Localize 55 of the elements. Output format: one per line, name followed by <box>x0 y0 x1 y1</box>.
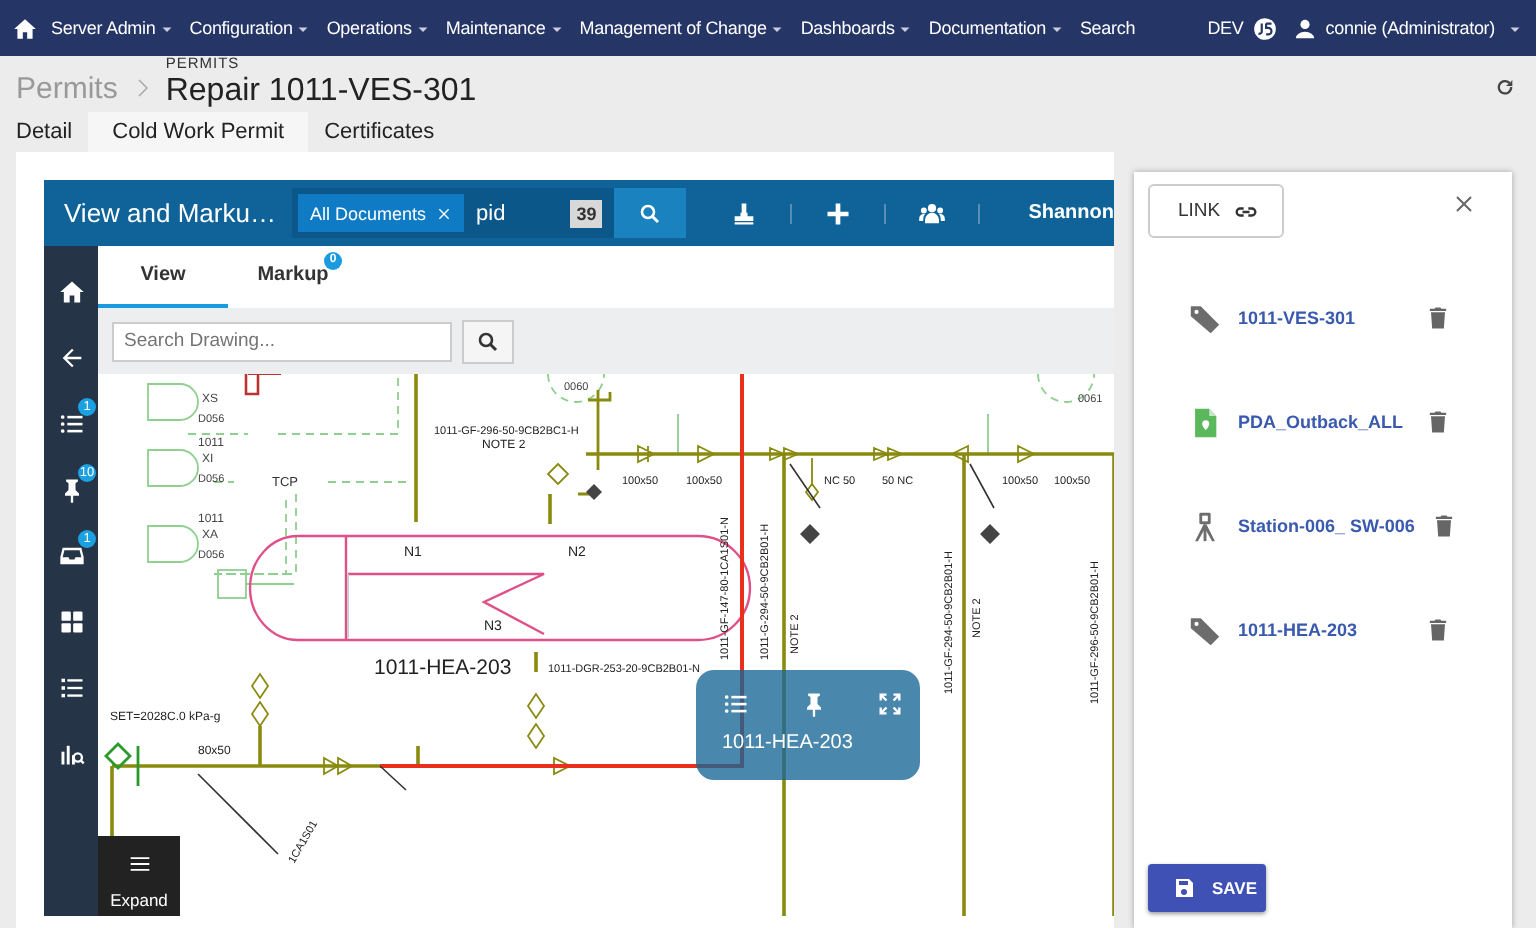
user-menu[interactable]: connie (Administrator) <box>1277 17 1530 39</box>
link-button[interactable]: LINK <box>1148 184 1285 238</box>
nav-menu-item[interactable]: Search <box>1072 18 1143 38</box>
nav-menu-item[interactable]: Maintenance <box>438 18 573 38</box>
search-query: pid <box>476 201 508 225</box>
group-icon[interactable] <box>918 199 947 227</box>
environment-label: DEV <box>1207 18 1244 38</box>
tab[interactable]: Detail <box>0 112 89 152</box>
stamp-icon[interactable] <box>730 199 759 227</box>
filter-chip[interactable]: All Documents <box>297 194 465 232</box>
user-name[interactable]: Shannon <box>1028 202 1114 224</box>
popup-label: 1011-HEA-203 <box>722 732 855 754</box>
nav-menu-item[interactable]: Configuration <box>182 18 320 38</box>
tag-icon <box>1188 301 1222 335</box>
close-icon <box>436 205 453 221</box>
checklist-icon <box>57 673 85 701</box>
viewer-title: View and Marku… <box>64 197 276 229</box>
drawing-label: 1011-HEA-203 <box>374 656 512 680</box>
delete-icon[interactable] <box>1424 616 1452 644</box>
nav-menu-item[interactable]: Management of Change <box>572 18 794 38</box>
home-icon[interactable] <box>12 15 38 41</box>
back-icon <box>57 343 85 371</box>
tab[interactable]: Certificates <box>308 112 451 152</box>
list-icon <box>57 409 85 437</box>
search-bar[interactable]: All Documents pid 39 <box>291 188 687 238</box>
linked-item-link[interactable]: Station-006_ SW-006 <box>1238 516 1415 536</box>
list-icon[interactable] <box>722 690 750 718</box>
save-button[interactable]: SAVE <box>1148 864 1266 912</box>
linked-item-link[interactable]: PDA_Outback_ALL <box>1238 412 1408 432</box>
result-count: 39 <box>570 199 603 227</box>
linked-item-link[interactable]: 1011-HEA-203 <box>1238 620 1408 640</box>
plus-icon[interactable] <box>824 199 853 227</box>
page-title: Repair 1011-VES-301 <box>165 74 477 108</box>
refresh-icon[interactable] <box>1494 76 1516 98</box>
search-field[interactable]: Search Drawing... <box>112 321 452 361</box>
search-icon <box>476 329 500 353</box>
grid-icon <box>57 607 85 635</box>
logo-icon <box>1251 15 1278 41</box>
search-button[interactable] <box>462 319 514 363</box>
nav-menu-item[interactable]: Server Admin <box>44 18 183 38</box>
delete-icon[interactable] <box>1424 304 1452 332</box>
expand-icon[interactable] <box>876 690 904 718</box>
home-icon <box>57 277 85 305</box>
close-icon[interactable] <box>1452 192 1476 216</box>
user-icon <box>1293 17 1316 39</box>
save-icon <box>1172 876 1196 900</box>
nav-menu-item[interactable]: Dashboards <box>793 18 922 38</box>
tag-icon <box>1188 613 1222 647</box>
tab[interactable]: Cold Work Permit <box>88 112 309 152</box>
nav-menu-item[interactable]: Documentation <box>921 18 1073 38</box>
linked-item-link[interactable]: 1011-VES-301 <box>1238 308 1408 328</box>
nav-menu-item[interactable]: Operations <box>319 18 439 38</box>
delete-icon[interactable] <box>1424 408 1452 436</box>
expand-button[interactable]: Expand <box>98 836 180 916</box>
search-icon <box>638 201 663 225</box>
